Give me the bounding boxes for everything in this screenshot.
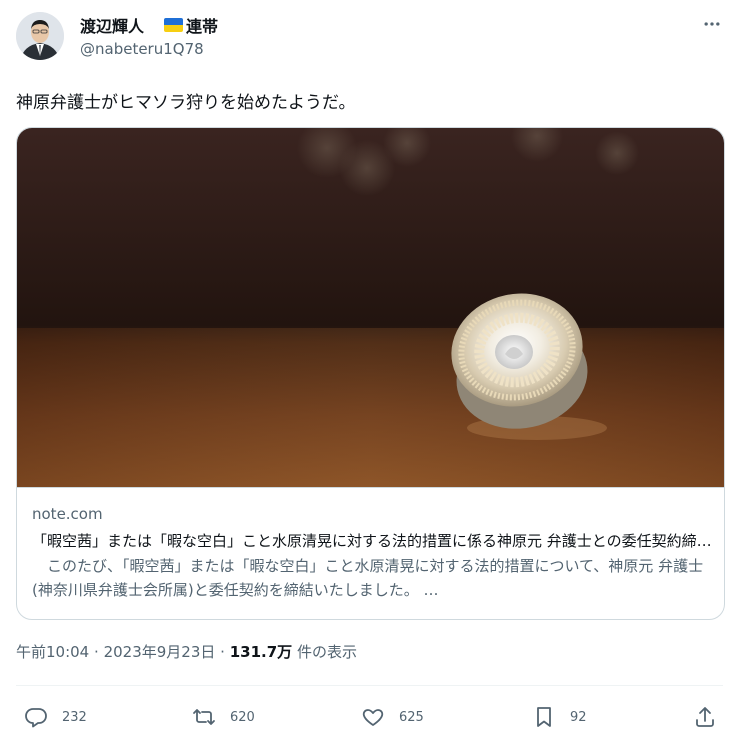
more-horizontal-icon bbox=[704, 22, 720, 26]
like-count: 625 bbox=[399, 709, 424, 725]
retweet-count: 620 bbox=[230, 709, 255, 725]
link-card[interactable]: note.com 「暇空茜」または「暇な空白」こと水原清晃に対する法的措置に係る… bbox=[16, 127, 725, 620]
ukraine-flag-icon bbox=[164, 18, 184, 32]
bookmark-icon bbox=[537, 707, 551, 727]
card-domain: note.com bbox=[32, 505, 103, 523]
reply-button[interactable]: 232 bbox=[24, 697, 87, 737]
tweet-time[interactable]: 午前10:04 bbox=[16, 643, 89, 661]
tweet: 渡辺輝人 連帯 @nabeteru1Q78 神原弁護士がヒマソラ狩りを始めたよう… bbox=[0, 0, 749, 749]
card-description: このたび、「暇空茜」または「暇な空白」こと水原清晃に対する法的措置について、神原… bbox=[32, 557, 704, 599]
retweet-button[interactable]: 620 bbox=[192, 697, 255, 737]
divider bbox=[16, 685, 723, 686]
tweet-text: 神原弁護士がヒマソラ狩りを始めたようだ。 bbox=[16, 93, 356, 113]
avatar[interactable] bbox=[16, 12, 64, 60]
bookmark-button[interactable]: 92 bbox=[532, 697, 587, 737]
share-icon bbox=[696, 707, 714, 727]
views-count[interactable]: 131.7万 bbox=[230, 643, 292, 661]
more-options-button[interactable] bbox=[698, 10, 726, 38]
heart-icon bbox=[362, 709, 384, 726]
bookmark-count: 92 bbox=[570, 709, 587, 725]
retweet-icon bbox=[193, 709, 215, 725]
lawyer-badge-photo bbox=[17, 128, 724, 487]
reply-count: 232 bbox=[62, 709, 87, 725]
like-button[interactable]: 625 bbox=[361, 697, 424, 737]
action-bar: 232 620 625 92 bbox=[0, 697, 749, 737]
author-handle[interactable]: @nabeteru1Q78 bbox=[80, 40, 204, 58]
avatar-image bbox=[16, 12, 64, 60]
card-image[interactable] bbox=[17, 128, 724, 487]
tweet-date[interactable]: 2023年9月23日 bbox=[104, 643, 216, 661]
tweet-meta: 午前10:04 · 2023年9月23日 · 131.7万 件の表示 bbox=[16, 641, 357, 662]
meta-separator: · bbox=[94, 643, 99, 661]
meta-separator: · bbox=[220, 643, 225, 661]
card-title[interactable]: 「暇空茜」または「暇な空白」こと水原清晃に対する法的措置に係る神原元 弁護士との… bbox=[32, 530, 712, 551]
share-button[interactable] bbox=[693, 697, 717, 737]
card-footer[interactable]: note.com 「暇空茜」または「暇な空白」こと水原清晃に対する法的措置に係る… bbox=[17, 487, 724, 619]
author-badge-label: 連帯 bbox=[186, 17, 219, 36]
reply-icon bbox=[25, 708, 47, 728]
author-name[interactable]: 渡辺輝人 bbox=[80, 13, 144, 37]
author-name-row[interactable]: 渡辺輝人 連帯 bbox=[80, 13, 218, 37]
views-label: 件の表示 bbox=[296, 643, 357, 661]
